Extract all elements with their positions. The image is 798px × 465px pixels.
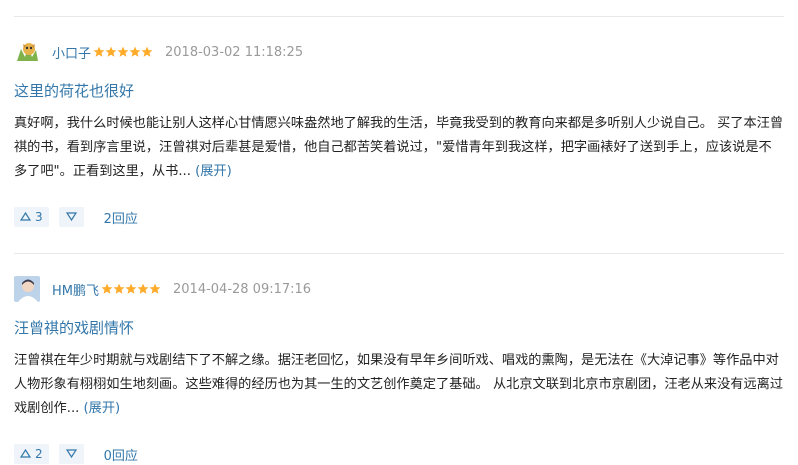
star-icon (113, 283, 125, 295)
avatar[interactable] (14, 39, 40, 65)
review-body: 汪曾祺在年少时期就与戏剧结下了不解之缘。据汪老回忆，如果没有早年乡间听戏、唱戏的… (14, 349, 784, 421)
downvote-button[interactable] (58, 444, 84, 464)
expand-link[interactable]: (展开) (84, 401, 121, 416)
star-icon (101, 283, 113, 295)
expand-link[interactable]: (展开) (195, 164, 232, 179)
star-icon (105, 46, 117, 58)
star-icon (137, 283, 149, 295)
review-title[interactable]: 汪曾祺的戏剧情怀 (14, 317, 134, 338)
star-icon (129, 46, 141, 58)
star-icon (149, 283, 161, 295)
upvote-button[interactable]: 2 (14, 444, 49, 464)
star-rating (101, 283, 161, 295)
upvote-count: 2 (35, 447, 43, 461)
divider (14, 16, 784, 17)
review-time: 2014-04-28 09:17:16 (173, 281, 312, 297)
star-icon (125, 283, 137, 295)
review-header: HM鹏飞 2014-04-28 09:17:16 (14, 276, 312, 302)
avatar[interactable] (14, 276, 40, 302)
upvote-count: 3 (35, 210, 43, 224)
star-icon (93, 46, 105, 58)
username-link[interactable]: HM鹏飞 (52, 280, 99, 299)
review-title[interactable]: 这里的荷花也很好 (14, 80, 134, 101)
triangle-down-icon (65, 210, 77, 224)
replies-link[interactable]: 2回应 (104, 208, 138, 227)
review-time: 2018-03-02 11:18:25 (165, 44, 304, 60)
triangle-up-icon (19, 210, 32, 224)
star-icon (141, 46, 153, 58)
review-text: 汪曾祺在年少时期就与戏剧结下了不解之缘。据汪老回忆，如果没有早年乡间听戏、唱戏的… (14, 353, 784, 416)
review-text: 真好啊，我什么时候也能让别人这样心甘情愿兴味盎然地了解我的生活，毕竟我受到的教育… (14, 116, 784, 179)
divider (14, 253, 784, 254)
triangle-down-icon (65, 447, 77, 461)
star-rating (93, 46, 153, 58)
triangle-up-icon (19, 447, 32, 461)
downvote-button[interactable] (58, 207, 84, 227)
review-header: 小口子 2018-03-02 11:18:25 (14, 39, 304, 65)
review-body: 真好啊，我什么时候也能让别人这样心甘情愿兴味盎然地了解我的生活，毕竟我受到的教育… (14, 112, 784, 184)
star-icon (117, 46, 129, 58)
upvote-button[interactable]: 3 (14, 207, 49, 227)
vote-bar: 3 2回应 (14, 206, 138, 228)
vote-bar: 2 0回应 (14, 443, 138, 465)
username-link[interactable]: 小口子 (52, 43, 91, 62)
